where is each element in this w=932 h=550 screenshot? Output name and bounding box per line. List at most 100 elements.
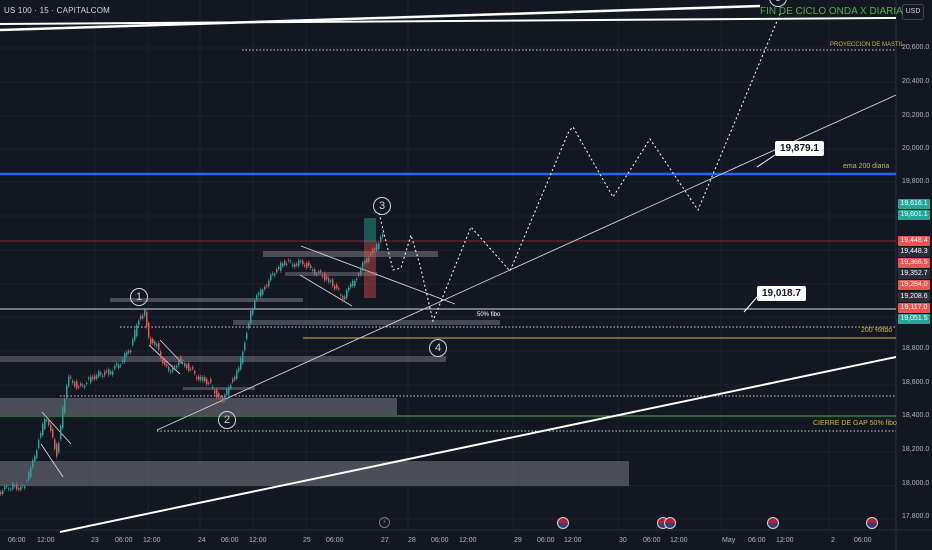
fibo200-label[interactable]: 200 %fibo: [861, 327, 892, 334]
candle: [180, 357, 182, 362]
candle: [96, 375, 98, 379]
price-tag: 19,601.1: [898, 210, 930, 220]
currency-badge[interactable]: USD: [902, 4, 924, 20]
candle: [276, 269, 278, 273]
candle: [264, 286, 266, 289]
candle: [128, 350, 130, 353]
demand-zone-lower[interactable]: [0, 461, 629, 486]
candle: [28, 472, 30, 480]
position-target-box[interactable]: [364, 218, 376, 242]
candle: [66, 385, 68, 398]
candle: [46, 419, 48, 421]
candle: [312, 269, 314, 271]
candle: [126, 351, 128, 356]
candle: [216, 389, 218, 398]
gap-label[interactable]: CIERRE DE GAP 50% fibo: [813, 420, 897, 427]
candle: [280, 263, 282, 271]
ema-label[interactable]: ema 200 diaria: [843, 163, 889, 170]
price-tag: 19,448.3: [898, 247, 930, 257]
candle: [100, 372, 102, 376]
zone-254[interactable]: [263, 251, 438, 257]
candle: [326, 276, 328, 280]
price-tag: 19,366.5: [898, 258, 930, 268]
price-chart[interactable]: [0, 0, 932, 550]
candle: [320, 270, 322, 273]
candle: [58, 443, 60, 453]
candle: [254, 300, 256, 309]
price-label: 20,000.0: [902, 145, 930, 152]
zone-322[interactable]: [233, 320, 500, 325]
us-flag-icon[interactable]: [664, 517, 676, 529]
wave-4-label[interactable]: 4: [429, 339, 447, 357]
candle: [338, 287, 340, 290]
us-flag-icon[interactable]: [767, 517, 779, 529]
candle: [124, 353, 126, 363]
zone-355[interactable]: [0, 356, 446, 362]
candle: [122, 359, 124, 363]
proyeccion-label[interactable]: PROYECCION DE MASTIL: [830, 42, 904, 48]
position-stop-box[interactable]: [364, 242, 376, 298]
zone-388[interactable]: [183, 387, 255, 390]
candle: [284, 261, 286, 265]
candle: [382, 233, 384, 237]
price-tag: 19,448.4: [898, 236, 930, 246]
price-label: 17,800.0: [902, 513, 930, 520]
candle: [266, 285, 268, 287]
zone-274[interactable]: [285, 272, 377, 276]
candle: [354, 280, 356, 286]
time-label: 06:00: [221, 537, 239, 544]
candle: [158, 343, 160, 350]
candle: [78, 386, 80, 388]
time-label: 12:00: [143, 537, 161, 544]
price-tag: 19,284.0: [898, 280, 930, 290]
price-label: 18,400.0: [902, 412, 930, 419]
price-tag: 19,616.1: [898, 199, 930, 209]
candle: [308, 262, 310, 266]
callout-lower[interactable]: 19,018.7: [757, 286, 806, 301]
candle: [98, 371, 100, 377]
candle: [240, 358, 242, 369]
candle: [196, 376, 198, 379]
candle: [206, 379, 208, 385]
candle: [310, 265, 312, 268]
time-label: 12:00: [37, 537, 55, 544]
candle: [56, 444, 58, 457]
candle: [314, 269, 316, 275]
candle: [298, 260, 300, 266]
fin-ciclo-label[interactable]: FIN DE CICLO ONDA X DIARIA: [760, 6, 903, 17]
candle: [162, 358, 164, 364]
candle: [130, 350, 132, 353]
price-label: 18,000.0: [902, 480, 930, 487]
candle: [118, 364, 120, 368]
fibo50-label[interactable]: 50% fibo: [477, 312, 500, 318]
candle: [26, 480, 28, 482]
candle: [304, 264, 306, 267]
candle: [18, 488, 20, 490]
time-label: 27: [381, 537, 389, 544]
time-label: 24: [198, 537, 206, 544]
candle: [140, 315, 142, 319]
wave-1-label[interactable]: 1: [130, 288, 148, 306]
candle: [214, 390, 216, 394]
time-label: 06:00: [748, 537, 766, 544]
demand-zone-upper[interactable]: [0, 398, 397, 415]
candle: [16, 483, 18, 490]
candle: [220, 397, 222, 399]
wave-3-label[interactable]: 3: [373, 197, 391, 215]
us-flag-icon[interactable]: [866, 517, 878, 529]
symbol-title[interactable]: US 100 · 15 · CAPITALCOM: [4, 6, 110, 15]
lightning-icon[interactable]: ⚡: [379, 517, 390, 528]
callout-upper[interactable]: 19,879.1: [775, 141, 824, 156]
candle: [362, 262, 364, 271]
candle: [282, 263, 284, 267]
candle: [198, 376, 200, 380]
us-flag-icon[interactable]: [557, 517, 569, 529]
candle: [358, 273, 360, 276]
candle: [86, 382, 88, 385]
candle: [262, 289, 264, 295]
time-label: 12:00: [564, 537, 582, 544]
candle: [192, 367, 194, 370]
candle: [76, 381, 78, 389]
time-label: 06:00: [537, 537, 555, 544]
wave-2-label[interactable]: 2: [218, 411, 236, 429]
